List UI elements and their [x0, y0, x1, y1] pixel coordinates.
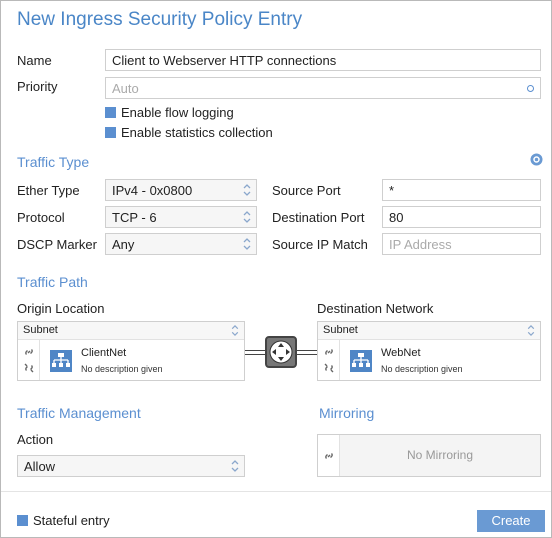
dscp-label: DSCP Marker — [17, 237, 97, 252]
protocol-select[interactable]: TCP - 6 — [105, 206, 257, 228]
mirroring-empty-text: No Mirroring — [340, 435, 540, 476]
policy-direction-icon — [265, 336, 297, 368]
destination-network-desc: No description given — [381, 364, 463, 374]
link-icon[interactable] — [323, 450, 335, 462]
link-icon[interactable] — [323, 346, 335, 358]
source-ip-input[interactable]: IP Address — [382, 233, 541, 255]
checkbox-icon — [17, 515, 28, 526]
dest-port-label: Destination Port — [272, 210, 365, 225]
protocol-label: Protocol — [17, 210, 65, 225]
source-ip-placeholder: IP Address — [389, 237, 452, 252]
destination-network-name: WebNet — [381, 347, 421, 359]
gear-icon[interactable] — [530, 153, 543, 166]
action-value: Allow — [24, 459, 56, 474]
source-port-label: Source Port — [272, 183, 341, 198]
stats-checkbox[interactable]: Enable statistics collection — [105, 125, 273, 140]
destination-network-label: Destination Network — [317, 301, 434, 316]
name-label: Name — [17, 53, 52, 68]
destination-type-select[interactable]: Subnet — [318, 322, 540, 340]
priority-input[interactable]: Auto — [105, 77, 541, 99]
origin-network-desc: No description given — [81, 364, 163, 374]
destination-type-value: Subnet — [323, 324, 358, 336]
checkbox-icon — [105, 107, 116, 118]
traffic-type-heading: Traffic Type — [17, 154, 90, 170]
dscp-value: Any — [112, 237, 135, 252]
stateful-checkbox[interactable]: Stateful entry — [17, 513, 110, 528]
priority-placeholder: Auto — [112, 81, 139, 96]
source-port-input[interactable]: * — [382, 179, 541, 201]
updown-chevron-icon — [243, 238, 251, 250]
origin-type-select[interactable]: Subnet — [18, 322, 244, 340]
destination-link-column — [318, 340, 340, 380]
mirroring-link-column — [318, 435, 340, 476]
origin-link-column — [18, 340, 40, 380]
subnet-icon — [350, 350, 372, 372]
ether-type-select[interactable]: IPv4 - 0x0800 — [105, 179, 257, 201]
dialog: New Ingress Security Policy Entry Name C… — [0, 0, 552, 538]
checkbox-icon — [105, 127, 116, 138]
updown-chevron-icon — [243, 184, 251, 196]
action-select[interactable]: Allow — [17, 455, 245, 477]
mirroring-box[interactable]: No Mirroring — [317, 434, 541, 477]
updown-chevron-icon — [527, 325, 535, 336]
create-button[interactable]: Create — [477, 510, 545, 532]
flow-logging-label: Enable flow logging — [121, 105, 234, 120]
dest-port-input[interactable]: 80 — [382, 206, 541, 228]
flow-logging-checkbox[interactable]: Enable flow logging — [105, 105, 234, 120]
dialog-title: New Ingress Security Policy Entry — [17, 9, 303, 30]
destination-network-box[interactable]: Subnet WebNet No description given — [317, 321, 541, 381]
name-input[interactable]: Client to Webserver HTTP connections — [105, 49, 541, 71]
updown-chevron-icon — [231, 325, 239, 336]
link-icon[interactable] — [23, 346, 35, 358]
traffic-management-heading: Traffic Management — [17, 405, 141, 421]
origin-type-value: Subnet — [23, 324, 58, 336]
stateful-label: Stateful entry — [33, 513, 110, 528]
stats-label: Enable statistics collection — [121, 125, 273, 140]
origin-network-name: ClientNet — [81, 347, 127, 359]
unlink-icon[interactable] — [323, 362, 335, 374]
ether-type-label: Ether Type — [17, 183, 80, 198]
updown-chevron-icon — [231, 460, 239, 472]
mirroring-heading: Mirroring — [319, 405, 375, 421]
dscp-select[interactable]: Any — [105, 233, 257, 255]
subnet-icon — [50, 350, 72, 372]
source-ip-label: Source IP Match — [272, 237, 368, 252]
priority-label: Priority — [17, 79, 58, 94]
footer-divider — [1, 491, 551, 492]
origin-location-label: Origin Location — [17, 301, 105, 316]
protocol-value: TCP - 6 — [112, 210, 157, 225]
origin-location-box[interactable]: Subnet ClientNet No description given — [17, 321, 245, 381]
action-label: Action — [17, 432, 54, 447]
ether-type-value: IPv4 - 0x0800 — [112, 183, 193, 198]
circle-icon — [527, 85, 534, 92]
updown-chevron-icon — [243, 211, 251, 223]
unlink-icon[interactable] — [23, 362, 35, 374]
traffic-path-heading: Traffic Path — [17, 274, 88, 290]
